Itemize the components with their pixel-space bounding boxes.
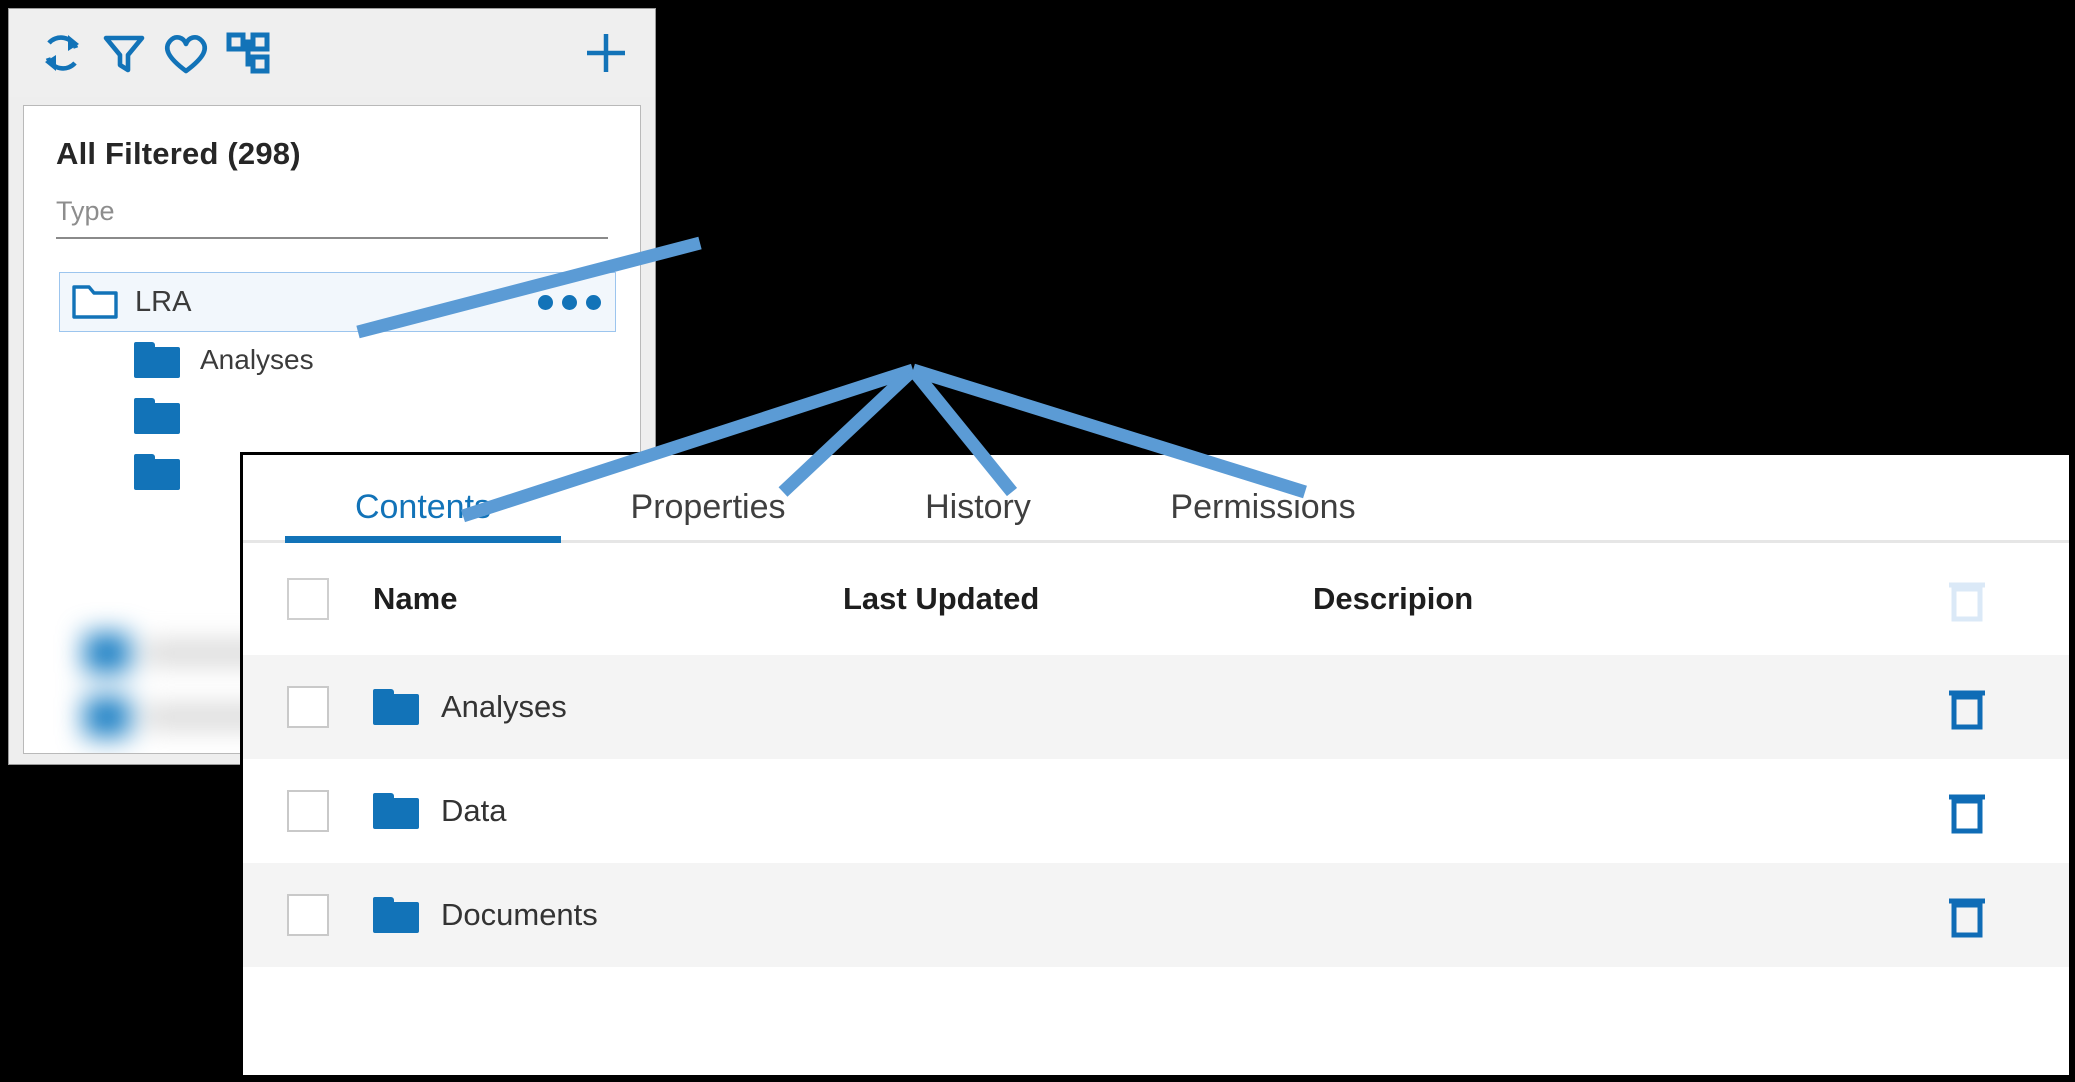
table-row[interactable]: Data [243,759,2069,863]
folder-icon [373,689,419,725]
tree-node-lra[interactable]: LRA [59,272,616,332]
add-icon[interactable] [575,22,637,84]
row-checkbox[interactable] [287,790,329,832]
details-tabs: Contents Properties History Permissions [243,455,2069,543]
navigator-toolbar [9,9,655,97]
folder-icon [134,342,180,378]
row-name-label: Analyses [441,689,567,724]
table-header-row: Name Last Updated Descripion [243,543,2069,655]
row-checkbox[interactable] [287,894,329,936]
trash-icon[interactable] [1945,891,1989,939]
tab-properties[interactable]: Properties [573,488,843,543]
tab-contents-label: Contents [354,488,492,526]
type-search-field[interactable]: Type [56,196,608,239]
column-header-name[interactable]: Name [373,581,843,617]
tree-child-row[interactable] [134,388,640,444]
type-search-placeholder: Type [56,196,115,226]
row-checkbox[interactable] [287,686,329,728]
refresh-icon[interactable] [31,22,93,84]
column-header-name-label: Name [373,581,458,616]
folder-icon [373,793,419,829]
column-header-last-updated-label: Last Updated [843,581,1040,616]
trash-icon[interactable] [1945,683,1989,731]
row-delete-cell [1907,891,2027,939]
row-select-cell [243,894,373,936]
tab-history[interactable]: History [843,488,1113,543]
folder-outline-icon [72,281,118,324]
folder-icon [373,897,419,933]
table-row[interactable]: Analyses [243,655,2069,759]
row-delete-cell [1907,787,2027,835]
row-select-cell [243,790,373,832]
folder-icon [134,454,180,490]
tab-properties-label: Properties [630,488,786,526]
column-header-description-label: Descripion [1313,581,1474,616]
trash-icon-disabled[interactable] [1945,575,1989,623]
tree-node-overflow-menu-icon[interactable] [538,294,601,310]
select-all-cell [243,578,373,620]
filter-icon[interactable] [93,22,155,84]
tree-node-lra-label: LRA [135,285,192,318]
table-row[interactable]: Documents [243,863,2069,967]
hierarchy-tree-icon[interactable] [217,22,279,84]
folder-icon [134,398,180,434]
trash-icon[interactable] [1945,787,1989,835]
column-header-description[interactable]: Descripion [1313,581,1907,617]
row-name-cell: Documents [373,897,843,933]
tab-history-label: History [925,488,1031,526]
delete-selected-cell [1907,575,2027,623]
row-name-cell: Analyses [373,689,843,725]
tab-permissions-label: Permissions [1170,488,1356,526]
contents-table: Name Last Updated Descripion Analyses Da… [243,543,2069,967]
row-delete-cell [1907,683,2027,731]
filter-title: All Filtered (298) [56,136,301,171]
tree-child-row[interactable]: Analyses [134,332,640,388]
row-name-label: Documents [441,897,598,932]
details-panel: Contents Properties History Permissions … [240,452,2072,1078]
select-all-checkbox[interactable] [287,578,329,620]
tab-permissions[interactable]: Permissions [1113,488,1413,543]
row-name-label: Data [441,793,507,828]
tree-child-label: Analyses [200,344,314,375]
tab-contents[interactable]: Contents [273,488,573,543]
tree-node-lra-content: LRA [72,281,191,324]
row-select-cell [243,686,373,728]
row-name-cell: Data [373,793,843,829]
favorite-heart-icon[interactable] [155,22,217,84]
column-header-last-updated[interactable]: Last Updated [843,581,1313,617]
